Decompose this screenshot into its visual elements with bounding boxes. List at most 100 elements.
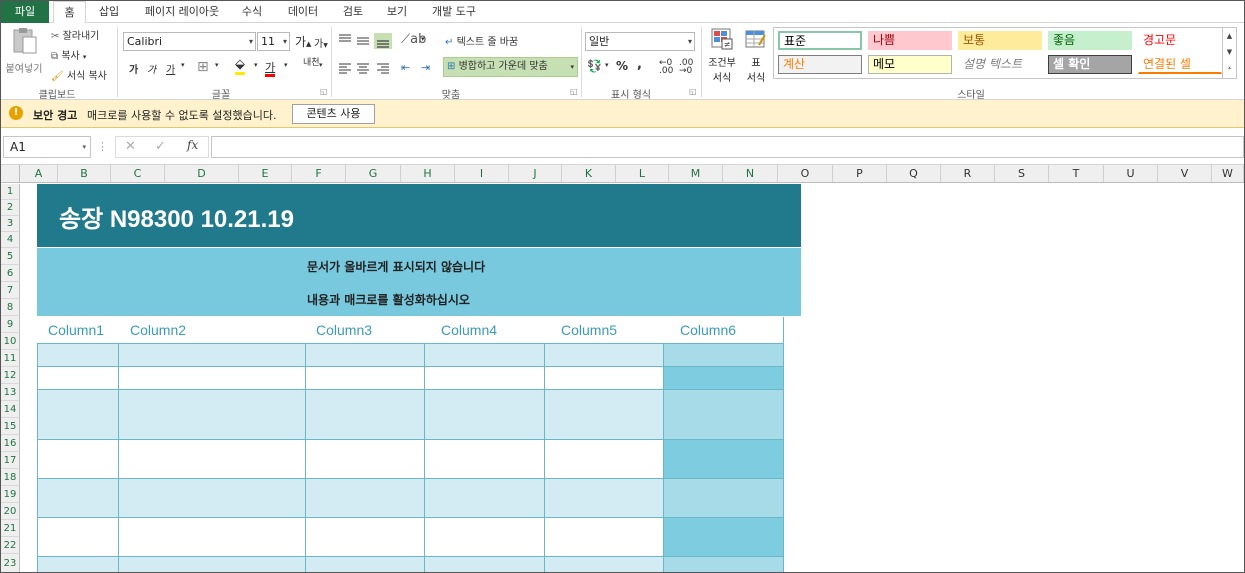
table-cell[interactable] (119, 344, 306, 367)
underline-button[interactable]: 가 (166, 61, 175, 76)
table-cell[interactable] (306, 557, 425, 572)
cell-style-1[interactable]: 표준 (778, 31, 862, 50)
font-color-button[interactable]: 가 (265, 59, 276, 77)
column-header-e[interactable]: E (239, 165, 292, 183)
cell-style-2[interactable]: 나쁨 (868, 31, 952, 50)
row-header-5[interactable]: 5 (1, 248, 20, 265)
shrink-font-button[interactable]: 가▼ (314, 35, 328, 50)
table-cell[interactable] (545, 518, 664, 557)
table-cell[interactable] (545, 479, 664, 518)
cell-style-9[interactable]: 셀 확인 (1048, 55, 1132, 74)
cell-style-8[interactable]: 설명 텍스트 (958, 55, 1042, 74)
row-header-12[interactable]: 12 (1, 367, 20, 384)
table-cell[interactable] (306, 390, 425, 440)
column-header-d[interactable]: D (165, 165, 239, 183)
row-header-23[interactable]: 23 (1, 554, 20, 572)
row-header-17[interactable]: 17 (1, 452, 20, 469)
table-cell[interactable] (545, 440, 664, 479)
column-header-m[interactable]: M (669, 165, 723, 183)
column-header-j[interactable]: J (509, 165, 562, 183)
percent-button[interactable]: % (616, 59, 628, 73)
row-header-8[interactable]: 8 (1, 299, 20, 316)
phonetic-button[interactable]: 내천 (303, 59, 320, 68)
table-cell[interactable] (119, 367, 306, 390)
cut-button[interactable]: ✂ 잘라내기 (51, 27, 99, 42)
conditional-format-button[interactable]: ≠ 조건부 서식 (705, 27, 739, 87)
cell-style-6[interactable]: 계산 (778, 55, 862, 74)
copy-button[interactable]: ⧉ 복사 ▾ (51, 47, 86, 62)
column-header-h[interactable]: H (401, 165, 455, 183)
gallery-more-icon[interactable]: ⩡ (1223, 60, 1236, 76)
number-format-select[interactable]: 일반 ▾ (585, 32, 695, 51)
table-cell[interactable] (664, 557, 784, 572)
formula-input[interactable] (211, 136, 1244, 158)
accounting-format-icon[interactable]: 💱 (587, 59, 602, 73)
table-cell[interactable] (37, 440, 119, 479)
gallery-scroll[interactable]: ▲ ▼ ⩡ (1223, 27, 1237, 79)
column-header-2[interactable]: Column2 (130, 322, 186, 338)
expand-dialog-icon[interactable]: ◱ (570, 87, 578, 96)
cancel-icon[interactable]: ✕ (125, 139, 136, 154)
comma-button[interactable]: , (637, 57, 642, 72)
column-header-g[interactable]: G (346, 165, 401, 183)
table-cell[interactable] (425, 390, 545, 440)
wrap-text-button[interactable]: ↵ 텍스트 줄 바꿈 (445, 33, 518, 48)
tab-review[interactable]: 검토 (335, 1, 371, 23)
table-cell[interactable] (425, 557, 545, 572)
chevron-down-icon[interactable]: ▼ (1223, 44, 1236, 60)
horizontal-align-icons[interactable] (337, 62, 393, 76)
table-cell[interactable] (119, 440, 306, 479)
border-dropdown[interactable]: ▾ (215, 61, 219, 69)
row-header-14[interactable]: 14 (1, 401, 20, 418)
column-header-n[interactable]: N (723, 165, 778, 183)
decrease-decimal-icon[interactable]: .00 →0 (679, 59, 693, 76)
row-header-20[interactable]: 20 (1, 503, 20, 520)
table-cell[interactable] (119, 479, 306, 518)
bold-button[interactable]: 가 (129, 61, 138, 76)
row-header-21[interactable]: 21 (1, 520, 20, 537)
tab-data[interactable]: 데이터 (279, 1, 327, 23)
table-cell[interactable] (545, 557, 664, 572)
row-header-7[interactable]: 7 (1, 282, 20, 299)
column-header-r[interactable]: R (941, 165, 995, 183)
column-header-5[interactable]: Column5 (561, 322, 617, 338)
table-cell[interactable] (425, 367, 545, 390)
row-header-19[interactable]: 19 (1, 486, 20, 503)
column-header-v[interactable]: V (1158, 165, 1212, 183)
table-cell[interactable] (425, 518, 545, 557)
row-header-6[interactable]: 6 (1, 265, 20, 282)
row-header-18[interactable]: 18 (1, 469, 20, 486)
accounting-dropdown[interactable]: ▾ (605, 61, 609, 69)
row-header-22[interactable]: 22 (1, 537, 20, 554)
table-cell[interactable] (664, 479, 784, 518)
font-color-dropdown[interactable]: ▾ (284, 61, 288, 69)
chevron-up-icon[interactable]: ▲ (1223, 28, 1236, 44)
table-cell[interactable] (119, 390, 306, 440)
table-cell[interactable] (425, 479, 545, 518)
tab-developer[interactable]: 개발 도구 (422, 1, 486, 23)
column-header-f[interactable]: F (292, 165, 346, 183)
table-cell[interactable] (37, 390, 119, 440)
tab-view[interactable]: 보기 (379, 1, 415, 23)
table-cell[interactable] (664, 367, 784, 390)
enable-content-button[interactable]: 콘텐츠 사용 (292, 104, 375, 124)
table-cell[interactable] (425, 344, 545, 367)
underline-dropdown[interactable]: ▾ (181, 61, 185, 69)
column-header-w[interactable]: W (1212, 165, 1244, 183)
column-header-t[interactable]: T (1049, 165, 1104, 183)
row-header-11[interactable]: 11 (1, 350, 20, 367)
cell-style-10[interactable]: 연결된 셀 (1138, 55, 1222, 74)
column-header-6[interactable]: Column6 (680, 322, 736, 338)
tab-page-layout[interactable]: 페이지 레이아웃 (136, 1, 228, 23)
table-cell[interactable] (545, 367, 664, 390)
format-painter-button[interactable]: 🖌 서식 복사 (51, 67, 107, 82)
table-cell[interactable] (664, 390, 784, 440)
table-cell[interactable] (664, 344, 784, 367)
orientation-dropdown[interactable]: ▾ (421, 35, 425, 43)
column-header-b[interactable]: B (58, 165, 111, 183)
paste-button[interactable]: 붙여넣기 (6, 27, 43, 77)
italic-button[interactable]: 가 (147, 61, 156, 76)
tab-formulas[interactable]: 수식 (234, 1, 270, 23)
name-box[interactable]: A1 ▾ (3, 136, 91, 158)
column-header-3[interactable]: Column3 (316, 322, 372, 338)
